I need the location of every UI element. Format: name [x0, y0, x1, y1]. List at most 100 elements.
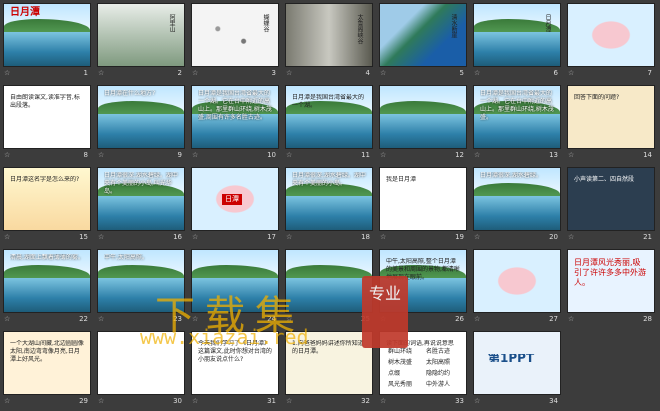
transition-icon: ☆ [286, 233, 293, 241]
slide-title: 日潭 [222, 194, 242, 205]
slide-number: 4 [365, 69, 370, 77]
slide-number: 13 [549, 151, 558, 159]
slide-thumbnail[interactable]: 我是日月潭 ☆ 19 [378, 166, 472, 245]
slide-word: 群山环绕 [388, 348, 413, 355]
transition-icon: ☆ [192, 151, 199, 159]
transition-icon: ☆ [98, 233, 105, 241]
slide-preview[interactable]: 蝴蝶谷 [191, 3, 279, 67]
slide-preview[interactable]: 日月潭风光秀丽,吸引了许许多多中外游人。 [567, 249, 655, 313]
slide-preview[interactable]: 日月潭是我国台湾省最大的一个湖。它在台中附近的高山上。那里群山环绕,树木茂盛,周… [191, 85, 279, 149]
slide-preview[interactable]: 回答下面的问题? [567, 85, 655, 149]
slide-thumbnail[interactable]: 清水断崖 ☆ 5 [378, 2, 472, 81]
slide-thumbnail[interactable]: 回答下面的问题? ☆ 14 [566, 84, 660, 163]
slide-thumbnail[interactable]: 小声读第二、四自然段 ☆ 21 [566, 166, 660, 245]
slide-preview[interactable]: 日月潭是我国台湾省最大的一个湖。它在台中附近的高山上。那里群山环绕,树木茂盛。 [473, 85, 561, 149]
slide-thumbnail[interactable]: 蝴蝶谷 ☆ 3 [190, 2, 284, 81]
slide-preview[interactable]: 日月潭很深,湖水碧绿。 [473, 167, 561, 231]
slide-thumbnail[interactable]: 清晨,湖面上飘着薄薄的雾。 ☆ 22 [2, 248, 96, 327]
slide-number: 32 [361, 397, 370, 405]
slide-thumbnail[interactable]: 日月潭这名字是怎么来的? ☆ 15 [2, 166, 96, 245]
transition-icon: ☆ [474, 315, 481, 323]
slide-preview[interactable]: 日潭 [191, 167, 279, 231]
slide-preview[interactable]: 一个大湖山间藏,北边圆圆像太阳,南边弯弯像月亮,日月潭上好风光。 [3, 331, 91, 395]
slide-number: 17 [267, 233, 276, 241]
slide-thumbnail[interactable]: 一个大湖山间藏,北边圆圆像太阳,南边弯弯像月亮,日月潭上好风光。 ☆ 29 [2, 330, 96, 409]
slide-preview[interactable]: 日月潭很深,湖水碧绿。湖中央有个美丽的小岛,叫光华岛。 [97, 167, 185, 231]
slide-preview[interactable]: 阿里山 [97, 3, 185, 67]
slide-lake [286, 113, 372, 148]
slide-number: 21 [643, 233, 652, 241]
slide-title: 太鲁阁峡谷 [356, 14, 363, 44]
slide-lake [380, 113, 466, 148]
slide-thumbnail[interactable]: 阿里山 ☆ 2 [96, 2, 190, 81]
slide-preview[interactable]: 清水断崖 [379, 3, 467, 67]
slide-thumbnail[interactable]: 日月潭很深,湖水碧绿。湖中央有个美丽的小岛,叫光华岛。 ☆ 16 [96, 166, 190, 245]
slide-number: 1 [83, 69, 88, 77]
slide-preview[interactable]: 小声读第二、四自然段 [567, 167, 655, 231]
slide-title: 自由朗读课文,读准字音,标出段落。 [10, 94, 80, 109]
slide-number: 19 [455, 233, 464, 241]
slide-lake [286, 195, 372, 230]
slide-thumbnail[interactable]: 日月潭风光秀丽,吸引了许许多多中外游人。 ☆ 28 [566, 248, 660, 327]
slide-thumbnail[interactable]: 第1PPT ☆ 34 [472, 330, 566, 409]
slide-preview[interactable] [567, 3, 655, 67]
slide-thumbnail[interactable]: ☆ 12 [378, 84, 472, 163]
slide-thumbnail[interactable]: 日潭 ☆ 17 [190, 166, 284, 245]
slide-thumbnail[interactable]: ☆ 27 [472, 248, 566, 327]
slide-thumbnail[interactable]: 日月潭是我国台湾省最大的一个湖。它在台中附近的高山上。那里群山环绕,树木茂盛,周… [190, 84, 284, 163]
slide-thumbnail[interactable]: 日月潭 ☆ 6 [472, 2, 566, 81]
slide-preview[interactable]: 清晨,湖面上飘着薄薄的雾。 [3, 249, 91, 313]
transition-icon: ☆ [4, 233, 11, 241]
slide-preview[interactable]: 自由朗读课文,读准字音,标出段落。 [3, 85, 91, 149]
slide-number: 12 [455, 151, 464, 159]
slide-number: 14 [643, 151, 652, 159]
slide-preview[interactable] [379, 85, 467, 149]
slide-preview[interactable]: 日月潭是我国台湾省最大的一个湖。 [285, 85, 373, 149]
slide-title: 清晨,湖面上飘着薄薄的雾。 [10, 254, 84, 261]
slide-number: 22 [79, 315, 88, 323]
transition-icon: ☆ [4, 315, 11, 323]
transition-icon: ☆ [568, 315, 575, 323]
transition-icon: ☆ [474, 233, 481, 241]
slide-preview[interactable]: 我是日月潭 [379, 167, 467, 231]
slide-title: 日月潭 [544, 14, 551, 32]
slide-preview[interactable]: 日月潭很深,湖水碧绿。湖中央有个美丽的小岛。 [285, 167, 373, 231]
slide-thumbnail[interactable]: 日月潭很深,湖水碧绿。 ☆ 20 [472, 166, 566, 245]
slide-thumbnail[interactable]: 日月潭 ☆ 1 [2, 2, 96, 81]
slide-title: 日月潭很深,湖水碧绿。湖中央有个美丽的小岛。 [292, 172, 366, 187]
transition-icon: ☆ [98, 315, 105, 323]
slide-preview[interactable] [473, 249, 561, 313]
slide-preview[interactable]: 第1PPT [473, 331, 561, 395]
slide-thumbnail[interactable]: 日月潭在什么地方? ☆ 9 [96, 84, 190, 163]
transition-icon: ☆ [474, 69, 481, 77]
slide-preview[interactable]: 日月潭 [3, 3, 91, 67]
slide-title: 阿里山 [168, 14, 175, 32]
slide-number: 20 [549, 233, 558, 241]
transition-icon: ☆ [4, 397, 11, 405]
slide-title: 一个大湖山间藏,北边圆圆像太阳,南边弯弯像月亮,日月潭上好风光。 [10, 340, 84, 363]
slide-number: 34 [549, 397, 558, 405]
slide-thumbnail[interactable]: 自由朗读课文,读准字音,标出段落。 ☆ 8 [2, 84, 96, 163]
slide-number: 2 [177, 69, 182, 77]
watermark-badge: 专业 [362, 276, 408, 348]
slide-lake [98, 195, 184, 230]
transition-icon: ☆ [380, 397, 387, 405]
slide-title: 日月潭这名字是怎么来的? [10, 176, 80, 183]
slide-thumbnail[interactable]: ☆ 7 [566, 2, 660, 81]
slide-title: 蝴蝶谷 [262, 14, 269, 32]
transition-icon: ☆ [286, 69, 293, 77]
slide-number: 31 [267, 397, 276, 405]
slide-thumbnail[interactable]: 日月潭是我国台湾省最大的一个湖。它在台中附近的高山上。那里群山环绕,树木茂盛。 ☆… [472, 84, 566, 163]
transition-icon: ☆ [4, 151, 11, 159]
transition-icon: ☆ [568, 151, 575, 159]
slide-thumbnail[interactable]: 日月潭是我国台湾省最大的一个湖。 ☆ 11 [284, 84, 378, 163]
slide-preview[interactable]: 日月潭这名字是怎么来的? [3, 167, 91, 231]
slide-thumbnail[interactable]: 太鲁阁峡谷 ☆ 4 [284, 2, 378, 81]
slide-thumbnail[interactable]: 日月潭很深,湖水碧绿。湖中央有个美丽的小岛。 ☆ 18 [284, 166, 378, 245]
slide-preview[interactable]: 日月潭 [473, 3, 561, 67]
slide-preview[interactable]: 日月潭在什么地方? [97, 85, 185, 149]
slide-lake [98, 113, 184, 148]
transition-icon: ☆ [286, 397, 293, 405]
slide-preview[interactable]: 太鲁阁峡谷 [285, 3, 373, 67]
slide-number: 9 [177, 151, 182, 159]
